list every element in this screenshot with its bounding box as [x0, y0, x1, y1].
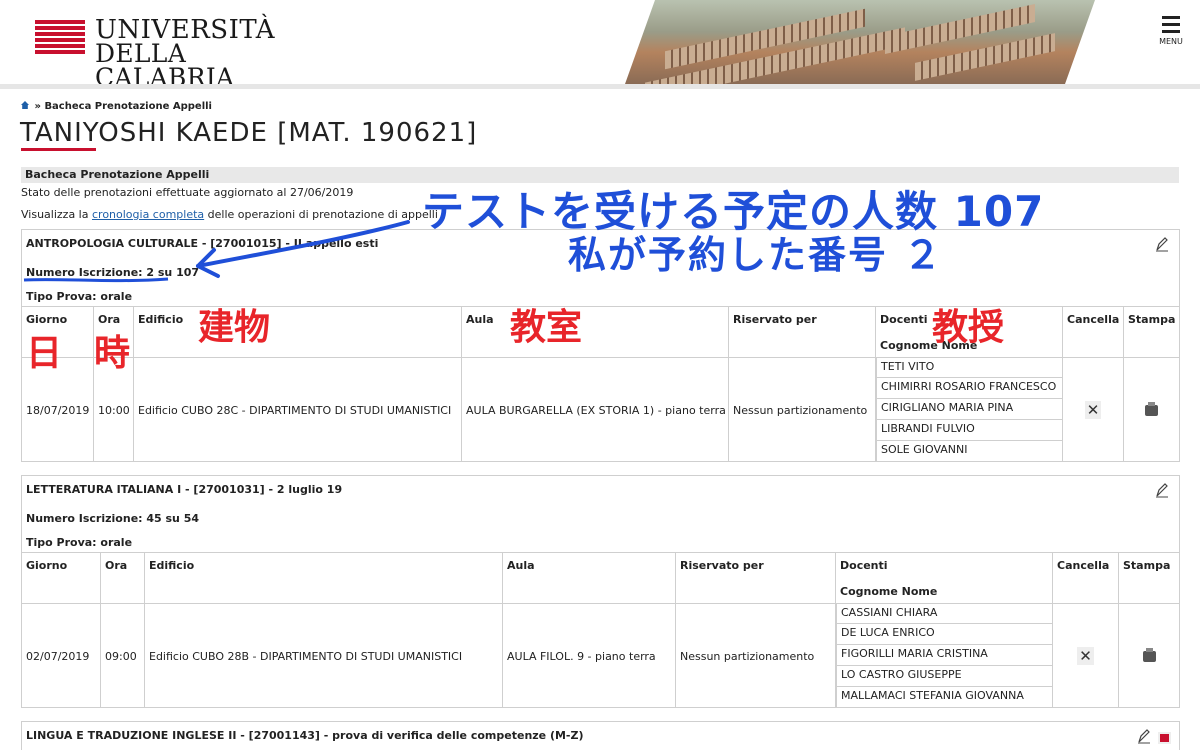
cell-giorno: 02/07/2019 — [22, 603, 101, 708]
home-icon[interactable] — [21, 101, 29, 109]
col-aula: Aula — [462, 307, 729, 357]
teacher-name: LO CASTRO GIUSEPPE — [836, 666, 1053, 687]
exam-table: Giorno Ora Edificio Aula Riservato per D… — [22, 306, 1179, 462]
col-cancella: Cancella — [1053, 553, 1119, 603]
cell-riservato: Nessun partizionamento — [676, 603, 836, 708]
annotation-arrow — [196, 220, 410, 278]
edit-icon[interactable] — [1155, 482, 1169, 498]
page-title: TANIYOSHI KAEDE [MAT. 190621] — [20, 118, 478, 148]
col-cancella: Cancella — [1063, 307, 1124, 357]
exam-title: LETTERATURA ITALIANA I - [27001031] - 2 … — [26, 483, 343, 496]
teacher-name: CHIMIRRI ROSARIO FRANCESCO — [876, 378, 1063, 399]
edit-icon[interactable] — [1155, 236, 1169, 252]
logo-mark-icon — [35, 20, 85, 54]
cancel-icon[interactable]: ✕ — [1077, 647, 1094, 665]
cell-aula: AULA FILOL. 9 - piano terra — [503, 603, 676, 708]
exam-card: LINGUA E TRADUZIONE INGLESE II - [270011… — [21, 721, 1180, 750]
exam-type: Tipo Prova: orale — [26, 536, 133, 549]
cell-edificio: Edificio CUBO 28C - DIPARTIMENTO DI STUD… — [134, 357, 462, 462]
enrollment-number: Numero Iscrizione: 45 su 54 — [26, 512, 200, 525]
title-underline — [21, 148, 96, 151]
exam-type: Tipo Prova: orale — [26, 290, 133, 303]
menu-button[interactable]: MENU — [1153, 16, 1189, 46]
teacher-name: MALLAMACI STEFANIA GIOVANNA — [836, 687, 1053, 708]
hamburger-icon — [1153, 16, 1189, 33]
teachers-list: TETI VITO CHIMIRRI ROSARIO FRANCESCO CIR… — [876, 357, 1063, 462]
cancel-cell: ✕ — [1063, 357, 1124, 462]
print-cell — [1124, 357, 1179, 462]
exam-table: Giorno Ora Edificio Aula Riservato per D… — [22, 552, 1179, 708]
teacher-name: TETI VITO — [876, 357, 1063, 378]
print-icon[interactable] — [1142, 647, 1156, 662]
col-stampa: Stampa — [1123, 559, 1171, 572]
header-divider — [0, 84, 1200, 89]
teacher-name: CIRIGLIANO MARIA PINA — [876, 399, 1063, 420]
col-aula: Aula — [503, 553, 676, 603]
edit-icon[interactable] — [1137, 728, 1151, 744]
status-text: Stato delle prenotazioni effettuate aggi… — [21, 186, 354, 199]
cancel-icon[interactable]: ✕ — [1084, 401, 1102, 419]
annotation-day: 日 — [26, 333, 63, 374]
campus-banner-image — [625, 0, 1095, 84]
annotation-my-number: 私が予約した番号 ２ — [568, 233, 944, 277]
col-edificio: Edificio — [145, 553, 503, 603]
teacher-name: SOLE GIOVANNI — [876, 441, 1063, 462]
teachers-list: CASSIANI CHIARA DE LUCA ENRICO FIGORILLI… — [836, 603, 1053, 708]
cell-riservato: Nessun partizionamento — [729, 357, 876, 462]
university-logo[interactable]: UNIVERSITÀ DELLA CALABRIA — [35, 17, 305, 90]
cancel-cell: ✕ — [1053, 603, 1119, 708]
col-riservato: Riservato per — [676, 553, 836, 603]
col-stampa: Stampa — [1128, 313, 1176, 326]
teacher-name: LIBRANDI FULVIO — [876, 420, 1063, 441]
annotation-underline — [23, 277, 169, 283]
print-cell — [1119, 603, 1179, 708]
print-icon[interactable] — [1145, 401, 1158, 416]
cell-aula: AULA BURGARELLA (EX STORIA 1) - piano te… — [462, 357, 729, 462]
exam-card: LETTERATURA ITALIANA I - [27001031] - 2 … — [21, 475, 1180, 708]
col-giorno: Giorno — [22, 553, 101, 603]
col-riservato: Riservato per — [729, 307, 876, 357]
logo-text: UNIVERSITÀ DELLA CALABRIA — [95, 15, 276, 92]
breadcrumb: » Bacheca Prenotazione Appelli — [21, 101, 212, 112]
annotation-building: 建物 — [198, 307, 271, 348]
annotation-professor: 教授 — [932, 307, 1005, 348]
teacher-name: FIGORILLI MARIA CRISTINA — [836, 645, 1053, 666]
breadcrumb-item[interactable]: Bacheca Prenotazione Appelli — [44, 101, 212, 112]
col-cognome-nome: Cognome Nome — [840, 585, 938, 598]
teacher-name: CASSIANI CHIARA — [836, 603, 1053, 624]
cell-edificio: Edificio CUBO 28B - DIPARTIMENTO DI STUD… — [145, 603, 503, 708]
exam-title: LINGUA E TRADUZIONE INGLESE II - [270011… — [26, 729, 584, 742]
cell-ora: 09:00 — [101, 603, 145, 708]
site-header: UNIVERSITÀ DELLA CALABRIA MENU — [0, 0, 1200, 90]
teacher-name: DE LUCA ENRICO — [836, 624, 1053, 645]
col-ora: Ora — [101, 553, 145, 603]
pdf-icon[interactable] — [1158, 732, 1171, 744]
annotation-classroom: 教室 — [510, 307, 583, 348]
col-edificio: Edificio — [134, 307, 462, 357]
annotation-time: 時 — [94, 333, 131, 374]
